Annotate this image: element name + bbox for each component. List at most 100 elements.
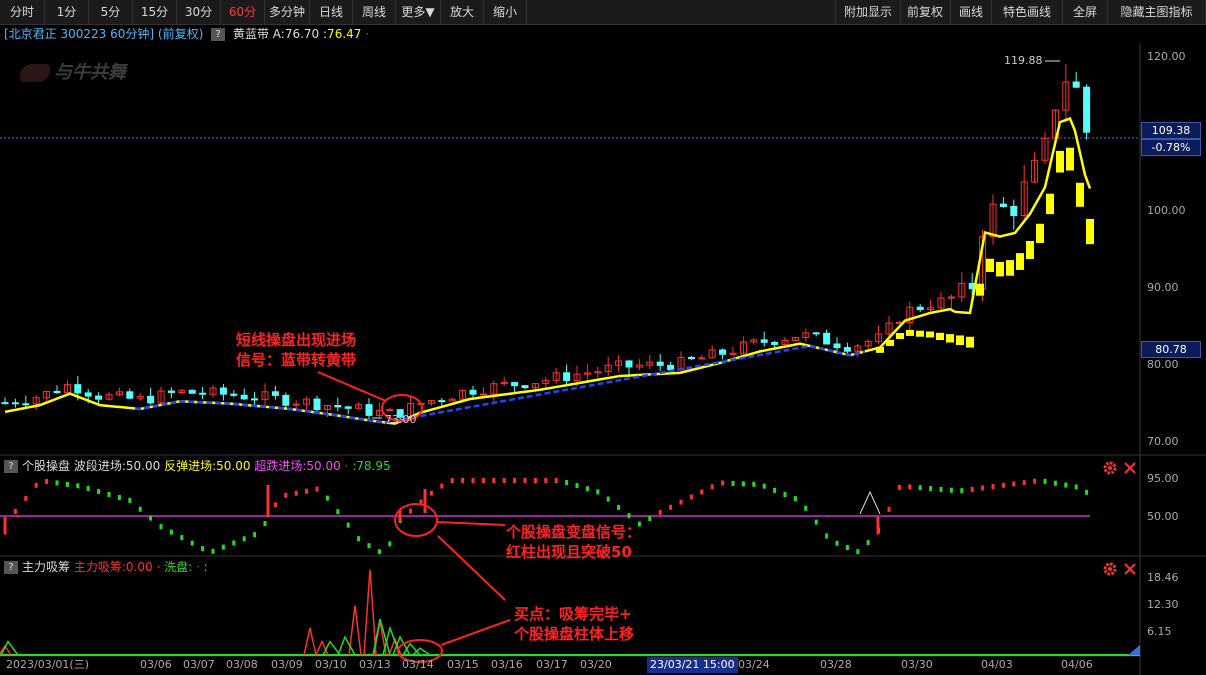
- panel3-help-icon[interactable]: ?: [4, 561, 18, 574]
- close-x-icon[interactable]: [1123, 461, 1137, 475]
- indicator-b-value: :76.47: [323, 27, 362, 41]
- annotation-line: 信号：蓝带转黄带: [236, 351, 357, 369]
- panel2-marker-triangle: [859, 490, 881, 515]
- candle-body: [53, 390, 61, 394]
- band-step: [996, 262, 1004, 277]
- tab-15min[interactable]: 15分: [133, 0, 177, 24]
- indicator-name[interactable]: 黄蓝带: [233, 27, 269, 41]
- panel2-value: :78.95: [352, 459, 391, 473]
- panel2-dot: [627, 513, 631, 519]
- annotation-line: 个股操盘柱体上移: [514, 625, 635, 643]
- candle-body: [1083, 86, 1091, 133]
- date-label: 03/06: [140, 658, 172, 671]
- hide-indicator-button[interactable]: 隐藏主图指标: [1108, 0, 1206, 24]
- panel2-name[interactable]: 个股操盘: [22, 459, 70, 473]
- tab-60min[interactable]: 60分: [221, 0, 265, 24]
- date-label: 03/09: [271, 658, 303, 671]
- panel3-name[interactable]: 主力吸筹: [22, 560, 70, 574]
- panel2-dot: [24, 495, 28, 501]
- date-label: 03/14: [402, 658, 434, 671]
- candle-body: [167, 390, 175, 393]
- panel2-dot: [793, 496, 797, 502]
- date-label: 04/03: [981, 658, 1013, 671]
- panel2-dot: [388, 541, 392, 547]
- panel2-dot: [804, 505, 808, 511]
- panel2-dot: [1022, 480, 1026, 486]
- tab-30min[interactable]: 30分: [177, 0, 221, 24]
- band-step: [1016, 253, 1024, 270]
- tab-1min[interactable]: 1分: [45, 0, 89, 24]
- settings-gear-icon[interactable]: [1102, 561, 1118, 577]
- panel2-dot: [814, 519, 818, 525]
- current-change-box: -0.78%: [1141, 139, 1201, 156]
- annotation-line: 买点：吸筹完毕+: [514, 605, 632, 623]
- candle-body: [438, 400, 446, 403]
- close-x-icon[interactable]: [1123, 562, 1137, 576]
- panel3-red-spike: [303, 627, 317, 656]
- high-price-label: 119.88: [1004, 54, 1043, 67]
- panel2-dot: [689, 494, 693, 500]
- panel2-dot: [866, 540, 870, 546]
- date-label: 03/13: [359, 658, 391, 671]
- date-label: 03/20: [580, 658, 612, 671]
- candle-body: [188, 389, 196, 394]
- tab-intraday[interactable]: 分时: [0, 0, 45, 24]
- axis-label: 80.00: [1147, 358, 1179, 371]
- candle-body: [479, 393, 487, 396]
- panel2-dot: [835, 540, 839, 546]
- panel2-dot: [679, 499, 683, 505]
- date-label: 2023/03/01(三): [6, 658, 89, 671]
- annotation-arrow: [440, 619, 511, 646]
- candle-body: [365, 404, 373, 416]
- candle-body: [698, 357, 706, 360]
- settings-gear-icon[interactable]: [1102, 460, 1118, 476]
- panel2-dot: [13, 508, 17, 514]
- panel2-dot: [190, 540, 194, 546]
- extra-display-button[interactable]: 附加显示: [835, 0, 901, 24]
- band-step: [1076, 182, 1084, 207]
- candle-body: [240, 394, 248, 400]
- date-label: 03/24: [738, 658, 770, 671]
- panel2-dot: [554, 478, 558, 483]
- panel3-green-spike: [337, 635, 356, 656]
- band-step: [916, 330, 924, 337]
- candle-body: [22, 403, 30, 406]
- panel2-dot: [55, 480, 59, 486]
- panel2-dot: [1085, 489, 1089, 495]
- band-step: [1066, 147, 1074, 171]
- draw-line-button[interactable]: 画线: [951, 0, 992, 24]
- zoom-in-button[interactable]: 放大: [441, 0, 484, 24]
- tab-daily[interactable]: 日线: [310, 0, 353, 24]
- candle-body: [344, 406, 352, 409]
- band-step: [896, 333, 904, 340]
- tab-more[interactable]: 更多▼: [396, 0, 441, 24]
- zoom-out-button[interactable]: 缩小: [484, 0, 527, 24]
- panel2-dot: [669, 504, 673, 510]
- panel2-rebound-entry: 反弹进场:50.00: [164, 459, 251, 473]
- tab-5min[interactable]: 5分: [89, 0, 133, 24]
- help-icon[interactable]: ?: [211, 28, 226, 41]
- candle-body: [656, 361, 664, 366]
- panel2-dot: [107, 491, 111, 497]
- panel2-dot: [325, 495, 329, 501]
- date-label: 03/28: [820, 658, 852, 671]
- tab-multi-min[interactable]: 多分钟: [265, 0, 310, 24]
- panel2-dot: [284, 492, 288, 498]
- fullscreen-button[interactable]: 全屏: [1063, 0, 1108, 24]
- forward-adjust-button[interactable]: 前复权: [900, 0, 951, 24]
- special-draw-button[interactable]: 特色画线: [992, 0, 1063, 24]
- date-label: 04/06: [1061, 658, 1093, 671]
- axis-label: 100.00: [1147, 204, 1186, 217]
- collapse-triangle-icon[interactable]: [1128, 645, 1140, 655]
- candle-body: [687, 356, 695, 360]
- panel3-axis-label: 12.30: [1147, 598, 1179, 611]
- panel2-dot: [294, 490, 298, 496]
- panel2-dot: [305, 488, 309, 494]
- panel3-value: :: [203, 560, 208, 574]
- tab-weekly[interactable]: 周线: [353, 0, 396, 24]
- annotation-line: 红柱出现且突破50: [506, 543, 632, 561]
- band-step: [976, 283, 984, 296]
- band-step: [1036, 223, 1044, 243]
- panel2-dot: [180, 535, 184, 541]
- panel2-help-icon[interactable]: ?: [4, 460, 18, 473]
